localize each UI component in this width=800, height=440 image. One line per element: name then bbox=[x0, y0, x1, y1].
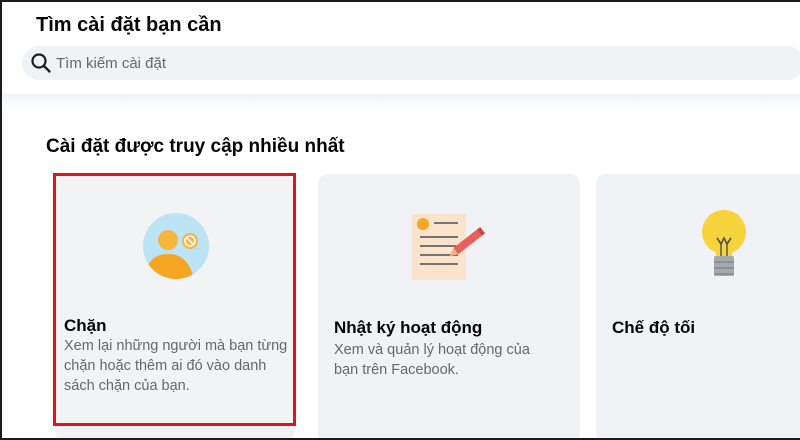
search-icon bbox=[31, 53, 51, 73]
activity-log-icon bbox=[412, 214, 486, 280]
settings-header: Tìm cài đặt bạn cần bbox=[2, 2, 800, 94]
settings-page: Tìm cài đặt bạn cần Cài đặt được truy cậ… bbox=[0, 0, 800, 440]
section-title: Cài đặt được truy cập nhiều nhất bbox=[46, 136, 345, 157]
card-block[interactable]: Chặn Xem lại những người mà bạn từng chặ… bbox=[56, 174, 294, 438]
card-activity-log[interactable]: Nhật ký hoạt động Xem và quản lý hoạt độ… bbox=[318, 174, 580, 438]
search-input[interactable] bbox=[56, 46, 656, 80]
card-dark-mode[interactable]: Chế độ tối bbox=[596, 174, 800, 438]
card-block-description: Xem lại những người mà bạn từng chặn hoặ… bbox=[64, 338, 288, 394]
card-dark-mode-title: Chế độ tối bbox=[612, 318, 696, 337]
block-user-icon bbox=[143, 213, 209, 279]
lightbulb-icon bbox=[702, 210, 746, 276]
card-activity-log-title: Nhật ký hoạt động bbox=[334, 318, 483, 337]
card-activity-log-description: Xem và quản lý hoạt động của bạn trên Fa… bbox=[334, 342, 530, 378]
header-divider bbox=[2, 94, 800, 108]
search-box[interactable] bbox=[22, 46, 800, 80]
page-title: Tìm cài đặt bạn cần bbox=[36, 14, 222, 36]
card-block-title: Chặn bbox=[64, 316, 107, 335]
